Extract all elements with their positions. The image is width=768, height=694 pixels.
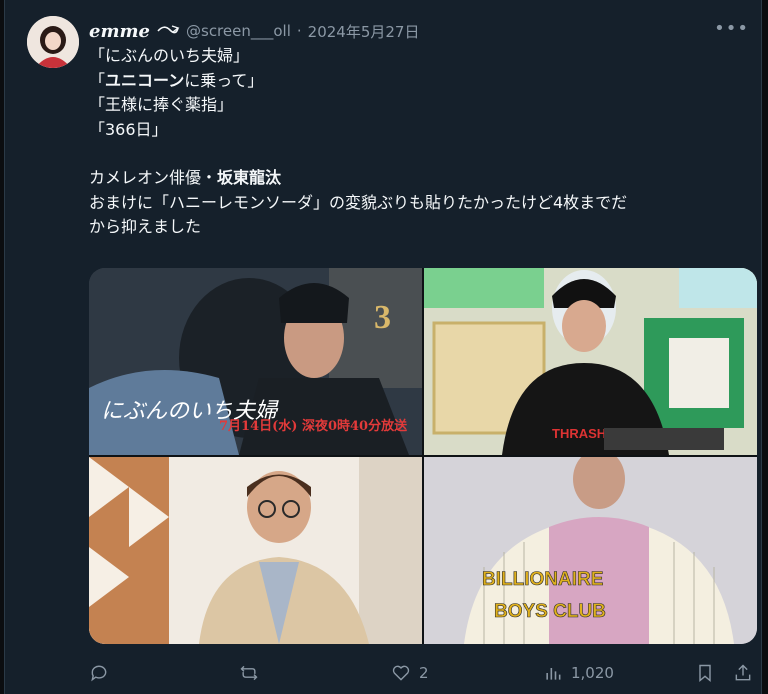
actor-name: 坂東龍汰 (217, 168, 282, 187)
tweet-card: emme @screen___oll · 2024年5月27日 ••• 「にぶん… (4, 0, 762, 694)
tweet-header: emme @screen___oll · 2024年5月27日 (89, 18, 745, 44)
share-icon (735, 664, 751, 681)
media-grid: 3 にぶんのいち夫婦 7月14日(水) 深夜0時40分放送 THRASHER B… (89, 268, 757, 644)
view-count: 1,020 (571, 664, 614, 682)
views-button[interactable]: 1,020 (543, 663, 614, 683)
actor-line: カメレオン俳優・坂東龍汰 (89, 168, 282, 187)
media-image-3[interactable] (89, 457, 422, 644)
note-line-2: から抑えました (89, 217, 202, 236)
repost-button[interactable] (239, 663, 267, 683)
bold-unicorn: ユニコーン (105, 70, 185, 90)
jacket-text-2: BOYS CLUB (494, 601, 606, 622)
action-bar: 2 1,020 (89, 656, 751, 690)
text-line-1: 「にぶんのいち夫婦」 (89, 46, 250, 65)
reply-icon (91, 665, 107, 682)
reply-button[interactable] (89, 663, 117, 683)
repost-icon (240, 665, 258, 681)
like-count: 2 (419, 664, 429, 682)
share-button[interactable] (733, 663, 753, 683)
post-date[interactable]: 2024年5月27日 (308, 21, 420, 42)
note-line-1: おまけに「ハニーレモンソーダ」の変貌ぶりも貼りたかったけど4枚までだ (89, 192, 628, 212)
like-button[interactable]: 2 (391, 663, 429, 683)
separator-dot: · (296, 22, 302, 40)
bookmark-icon (699, 664, 711, 683)
bookmark-button[interactable] (695, 663, 715, 683)
more-options-icon[interactable]: ••• (714, 18, 749, 39)
heart-icon (392, 665, 410, 681)
media-image-1[interactable]: 3 にぶんのいち夫婦 7月14日(水) 深夜0時40分放送 (89, 268, 422, 455)
verified-scribble-icon (156, 22, 180, 41)
views-chart-icon (546, 668, 561, 680)
text-line-4: 「366日」 (89, 119, 168, 139)
media-image-4[interactable]: BILLIONAIRE BOYS CLUB (424, 457, 757, 644)
avatar[interactable] (27, 16, 79, 68)
text-line-3: 「王様に捧ぐ薬指」 (89, 95, 234, 114)
tweet-text: 「にぶんのいち夫婦」 「ユニコーンに乗って」 「王様に捧ぐ薬指」 「366日」 … (89, 44, 749, 240)
svg-text:3: 3 (374, 299, 391, 336)
text-line-2: 「ユニコーンに乗って」 (89, 70, 264, 90)
user-handle[interactable]: @screen___oll (186, 22, 291, 40)
jacket-text-1: BILLIONAIRE (482, 569, 603, 590)
media-image-2[interactable]: THRASHER (424, 268, 757, 455)
poster-schedule: 7月14日(水) 深夜0時40分放送 (219, 418, 408, 434)
display-name[interactable]: emme (89, 21, 150, 42)
